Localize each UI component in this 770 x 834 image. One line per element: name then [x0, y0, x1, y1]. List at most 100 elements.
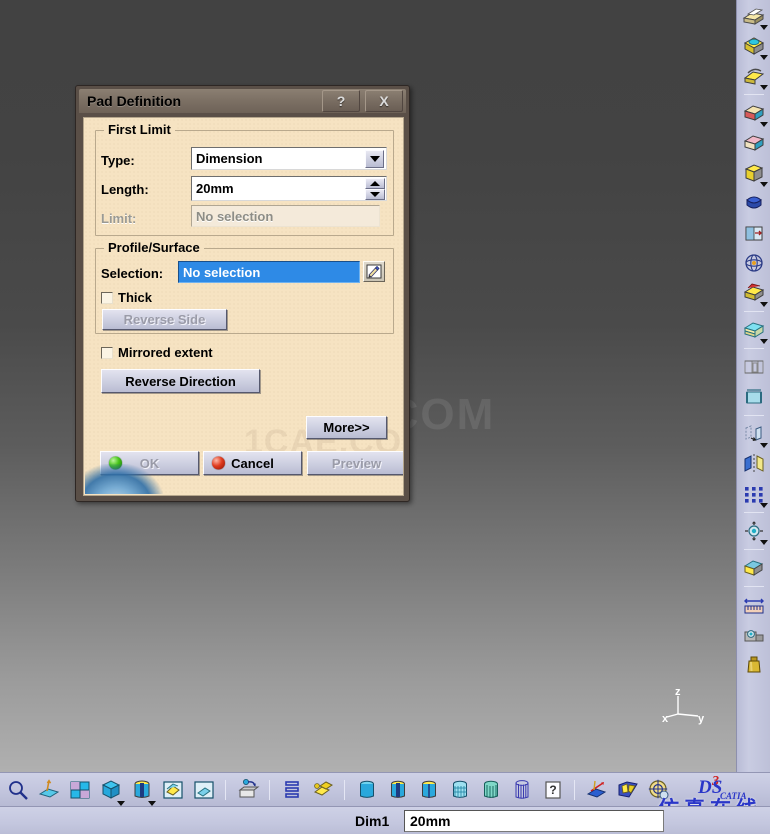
help-icon[interactable]: ?: [537, 774, 568, 806]
reverse-side-button[interactable]: Reverse Side: [102, 309, 227, 330]
isometric-view-icon[interactable]: [95, 774, 126, 806]
bottom-toolbar[interactable]: ?: [0, 772, 770, 806]
mirror-icon[interactable]: [738, 449, 770, 479]
preview-button[interactable]: Preview: [307, 451, 403, 475]
cancel-label: Cancel: [231, 455, 274, 471]
toolbar-separator: [743, 415, 764, 416]
ok-button[interactable]: OK: [100, 451, 199, 475]
svg-text:z: z: [675, 686, 681, 698]
pencil-icon[interactable]: [363, 261, 385, 282]
dim-input[interactable]: 20mm: [404, 810, 664, 832]
multi-view-icon[interactable]: [64, 774, 95, 806]
dialog-titlebar[interactable]: Pad Definition ? X: [79, 89, 406, 113]
hide-show-icon[interactable]: [157, 774, 188, 806]
status-bar: Dim1 20mm: [0, 806, 770, 834]
preview-label: Preview: [331, 455, 382, 471]
catalog-icon[interactable]: [276, 774, 307, 806]
shading-with-edges-no-smooth-icon[interactable]: [413, 774, 444, 806]
svg-text:x: x: [662, 713, 669, 725]
more-label: More>>: [323, 420, 370, 435]
measure-item-icon[interactable]: [738, 620, 770, 650]
shading-with-material-icon[interactable]: [444, 774, 475, 806]
shell-icon[interactable]: [738, 188, 770, 218]
profile-surface-group-title: Profile/Surface: [104, 240, 204, 255]
wireframe-icon[interactable]: [475, 774, 506, 806]
rectangular-pattern-icon[interactable]: [738, 479, 770, 509]
dialog-body: 1CAE.COM First Limit Type: Dimension Len…: [83, 117, 404, 496]
reverse-direction-label: Reverse Direction: [125, 373, 236, 389]
apply-material-icon[interactable]: [232, 774, 263, 806]
cancel-button[interactable]: Cancel: [203, 451, 302, 475]
split-icon[interactable]: [738, 382, 770, 412]
toolbar-separator: [743, 348, 764, 349]
toolbar-separator: [743, 512, 764, 513]
toolbar-separator: [743, 549, 764, 550]
help-button[interactable]: ?: [322, 90, 360, 112]
sketch-icon[interactable]: [581, 774, 612, 806]
chamfer-icon[interactable]: [738, 128, 770, 158]
type-combo-value: Dimension: [196, 151, 263, 166]
pad-definition-dialog[interactable]: Pad Definition ? X 1CAE.COM First Limit …: [75, 85, 410, 502]
thick-checkbox-row[interactable]: Thick: [101, 290, 152, 305]
mirrored-extent-label: Mirrored extent: [118, 345, 213, 360]
dim-label: Dim1: [355, 812, 390, 829]
customize-view-icon[interactable]: [506, 774, 537, 806]
toolbar-separator: [743, 94, 764, 95]
length-spinner-down[interactable]: [365, 189, 385, 200]
pocket-icon[interactable]: [738, 31, 770, 61]
mirrored-extent-checkbox-row[interactable]: Mirrored extent: [101, 345, 213, 360]
shading-icon[interactable]: [351, 774, 382, 806]
more-button[interactable]: More>>: [306, 416, 387, 439]
toolbar-separator: [574, 779, 575, 800]
zoom-icon[interactable]: [2, 774, 33, 806]
limit-value: No selection: [196, 208, 274, 224]
cancel-status-orb: [212, 456, 225, 470]
reverse-direction-button[interactable]: Reverse Direction: [101, 369, 260, 393]
length-label: Length:: [101, 182, 149, 197]
apply-material-icon[interactable]: [738, 650, 770, 680]
thick-label: Thick: [118, 290, 152, 305]
fillet-icon[interactable]: [738, 98, 770, 128]
rib-icon[interactable]: [738, 278, 770, 308]
right-toolbar[interactable]: [736, 0, 770, 772]
scaling-icon[interactable]: [738, 516, 770, 546]
type-label: Type:: [101, 153, 135, 168]
axis-indicator: z x y: [662, 686, 705, 725]
mirrored-extent-checkbox[interactable]: [101, 346, 113, 359]
render-style-icon[interactable]: [126, 774, 157, 806]
chevron-down-icon[interactable]: [365, 150, 384, 168]
normal-view-icon[interactable]: [33, 774, 64, 806]
shaft-icon[interactable]: [738, 61, 770, 91]
toolbar-separator: [269, 779, 270, 800]
power-copy-icon[interactable]: [307, 774, 338, 806]
sketch-tracer-icon[interactable]: [612, 774, 643, 806]
close-button[interactable]: X: [365, 90, 403, 112]
boolean-add-icon[interactable]: [738, 553, 770, 583]
swap-visible-space-icon[interactable]: [188, 774, 219, 806]
sphere-icon[interactable]: [738, 248, 770, 278]
length-spinner-up[interactable]: [365, 178, 385, 189]
measure-between-icon[interactable]: [738, 590, 770, 620]
pad-icon[interactable]: [738, 1, 770, 31]
limit-label: Limit:: [101, 211, 137, 226]
selection-field[interactable]: No selection: [178, 261, 360, 283]
multi-sections-solid-icon[interactable]: [738, 315, 770, 345]
selection-value: No selection: [183, 264, 261, 280]
assembly-feature-icon[interactable]: [738, 352, 770, 382]
thickness-icon[interactable]: [738, 218, 770, 248]
draft-icon[interactable]: [738, 158, 770, 188]
length-input[interactable]: 20mm: [191, 176, 387, 201]
limit-field[interactable]: No selection: [191, 205, 380, 227]
length-value: 20mm: [196, 181, 234, 196]
type-combo[interactable]: Dimension: [191, 147, 387, 170]
dialog-title: Pad Definition: [87, 93, 182, 109]
svg-text:?: ?: [549, 783, 556, 797]
reverse-side-label: Reverse Side: [123, 312, 206, 327]
selection-label: Selection:: [101, 266, 164, 281]
shading-with-edges-icon[interactable]: [382, 774, 413, 806]
translate-icon[interactable]: [738, 419, 770, 449]
ok-status-orb: [109, 456, 122, 470]
first-limit-group-title: First Limit: [104, 122, 175, 137]
thick-checkbox[interactable]: [101, 291, 113, 304]
ok-label: OK: [139, 455, 160, 471]
